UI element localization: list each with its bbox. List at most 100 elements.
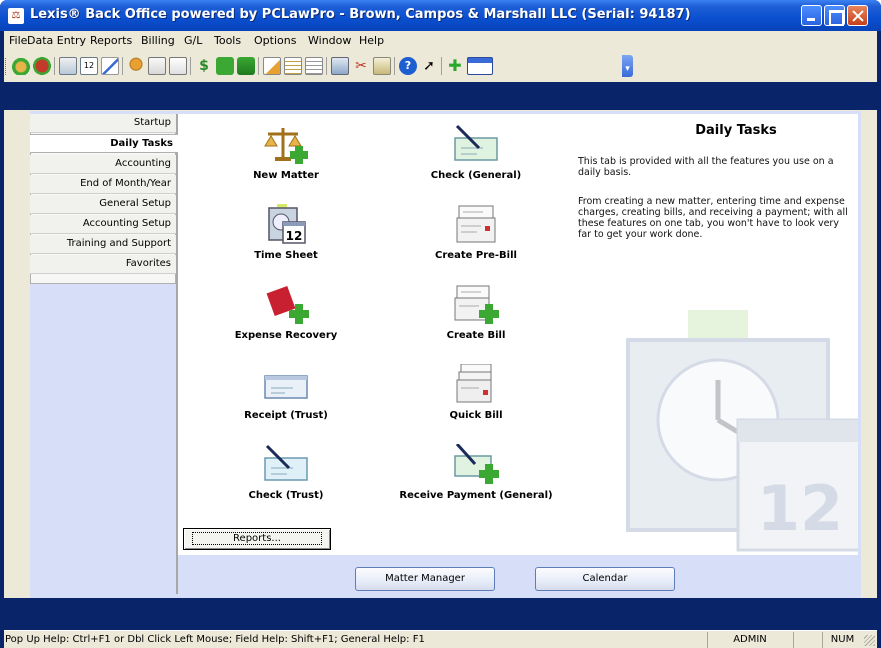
tasks-title: Daily Tasks	[695, 123, 777, 138]
note-icon[interactable]	[263, 57, 281, 75]
task-label: Quick Bill	[449, 410, 503, 421]
receipt-icon[interactable]	[237, 57, 255, 75]
menu-bar: File Data Entry Reports Billing G/L Tool…	[4, 31, 877, 50]
menu-options[interactable]: Options	[254, 34, 296, 47]
calendar-day: 12	[286, 229, 303, 243]
tasks-description-detail: From creating a new matter, entering tim…	[578, 196, 848, 240]
task-label: Create Pre-Bill	[435, 250, 517, 261]
sidebar-item-daily-tasks[interactable]: Daily Tasks	[30, 134, 178, 153]
toolbar-separator	[122, 57, 123, 75]
sidebar-item-favorites[interactable]: Favorites	[30, 255, 176, 274]
menu-file[interactable]: File	[9, 34, 27, 47]
task-quick-bill[interactable]: Quick Bill	[396, 364, 556, 426]
window-title: Lexis® Back Office powered by PCLawPro -…	[30, 7, 691, 22]
toolbar-separator	[258, 57, 259, 75]
tasks-description: This tab is provided with all the featur…	[578, 156, 834, 178]
edit-icon[interactable]	[101, 57, 119, 75]
reports-button[interactable]: Reports...	[183, 528, 331, 550]
mdi-background	[4, 82, 877, 110]
quick-bill-icon	[456, 364, 492, 403]
sidebar-item-end-of-month-year[interactable]: End of Month/Year	[30, 175, 176, 194]
prebill-icon	[456, 205, 496, 243]
sidebar-item-training-and-support[interactable]: Training and Support	[30, 235, 176, 254]
toolbar-separator	[394, 57, 395, 75]
payment-plus-icon	[454, 444, 499, 484]
clock-calendar-icon: 12	[268, 204, 306, 244]
bill-icon[interactable]	[148, 57, 166, 75]
clock-calendar-watermark-icon: 12	[626, 310, 858, 552]
task-check-general[interactable]: Check (General)	[396, 124, 556, 186]
task-time-sheet[interactable]: 12 Time Sheet	[206, 204, 366, 266]
minimize-button[interactable]	[801, 5, 822, 26]
toolbar-overflow-icon[interactable]: ▾	[622, 55, 633, 77]
calendar-icon[interactable]: 12	[80, 57, 98, 75]
sidebar-item-general-setup[interactable]: General Setup	[30, 195, 176, 214]
task-label: Create Bill	[446, 330, 506, 341]
money-icon[interactable]: $	[195, 57, 213, 75]
sidebar-item-accounting-setup[interactable]: Accounting Setup	[30, 215, 176, 234]
help-icon[interactable]: ?	[399, 57, 417, 75]
prebill-icon[interactable]	[169, 57, 187, 75]
book-icon[interactable]	[216, 57, 234, 75]
window-icon[interactable]	[467, 57, 493, 75]
cut-icon[interactable]: ✂	[352, 57, 370, 75]
maximize-button[interactable]	[824, 5, 845, 26]
task-new-matter[interactable]: New Matter	[206, 124, 366, 186]
menu-gl[interactable]: G/L	[184, 34, 202, 47]
task-receive-payment-general[interactable]: Receive Payment (General)	[396, 444, 556, 516]
document-icon[interactable]	[305, 57, 323, 75]
toolbar-separator	[326, 57, 327, 75]
task-label: Expense Recovery	[234, 330, 338, 341]
menu-data-entry[interactable]: Data Entry	[27, 34, 86, 47]
status-empty-cell	[793, 632, 821, 648]
task-label: Receipt (Trust)	[244, 410, 328, 421]
task-label: Receive Payment (General)	[399, 490, 553, 501]
check-pen-icon	[454, 124, 498, 161]
task-check-trust[interactable]: Check (Trust)	[206, 444, 366, 506]
reports-button-label: Reports...	[192, 532, 322, 545]
calendar-button[interactable]: Calendar	[535, 567, 675, 591]
watermark-day: 12	[757, 472, 843, 545]
size-grip-icon[interactable]	[864, 635, 875, 646]
task-label: Time Sheet	[254, 250, 318, 261]
menu-window[interactable]: Window	[308, 34, 351, 47]
new-matter-icon[interactable]	[12, 57, 30, 75]
task-expense-recovery[interactable]: Expense Recovery	[206, 284, 366, 346]
task-receipt-trust[interactable]: Receipt (Trust)	[206, 364, 366, 426]
status-num-lock: NUM	[822, 632, 862, 648]
status-bar: Pop Up Help: Ctrl+F1 or Dbl Click Left M…	[4, 630, 877, 648]
close-button[interactable]	[847, 5, 868, 26]
pclaw-app-icon[interactable]: ⚖	[8, 8, 24, 24]
menu-help[interactable]: Help	[359, 34, 384, 47]
add-icon[interactable]: ✚	[446, 57, 464, 75]
toolbar-grip[interactable]	[5, 58, 8, 75]
scales-icon[interactable]	[127, 57, 145, 75]
application-window: ⚖ Lexis® Back Office powered by PCLawPro…	[0, 0, 881, 648]
menu-reports[interactable]: Reports	[90, 34, 132, 47]
client-area: File Data Entry Reports Billing G/L Tool…	[4, 31, 877, 648]
share-icon[interactable]	[331, 57, 349, 75]
daily-tasks-panel: Startup Daily Tasks Accounting End of Mo…	[30, 111, 861, 598]
task-label: New Matter	[253, 170, 319, 181]
time-sheet-icon[interactable]	[59, 57, 77, 75]
report-icon[interactable]	[284, 57, 302, 75]
task-create-pre-bill[interactable]: Create Pre-Bill	[396, 204, 556, 266]
title-bar[interactable]: ⚖ Lexis® Back Office powered by PCLawPro…	[0, 0, 881, 31]
matter-manager-button[interactable]: Matter Manager	[355, 567, 495, 591]
toolbar: 12 $ ✂ ? ➚ ✚ ▾	[4, 51, 877, 81]
task-create-bill[interactable]: Create Bill	[396, 284, 556, 346]
clipboard-icon[interactable]	[373, 57, 391, 75]
whats-this-icon[interactable]: ➚	[420, 57, 438, 75]
menu-billing[interactable]: Billing	[141, 34, 175, 47]
mdi-background	[4, 598, 877, 630]
menu-tools[interactable]: Tools	[214, 34, 241, 47]
toolbar-separator	[54, 57, 55, 75]
expense-icon[interactable]	[33, 57, 51, 75]
sidebar-item-startup[interactable]: Startup	[30, 114, 176, 133]
check-pen-icon	[264, 444, 308, 481]
sidebar-item-accounting[interactable]: Accounting	[30, 155, 176, 174]
toolbar-separator	[441, 57, 442, 75]
receipt-icon	[264, 375, 308, 399]
sidebar-tabs: Startup Daily Tasks Accounting End of Mo…	[30, 114, 178, 600]
task-label: Check (General)	[430, 170, 522, 181]
